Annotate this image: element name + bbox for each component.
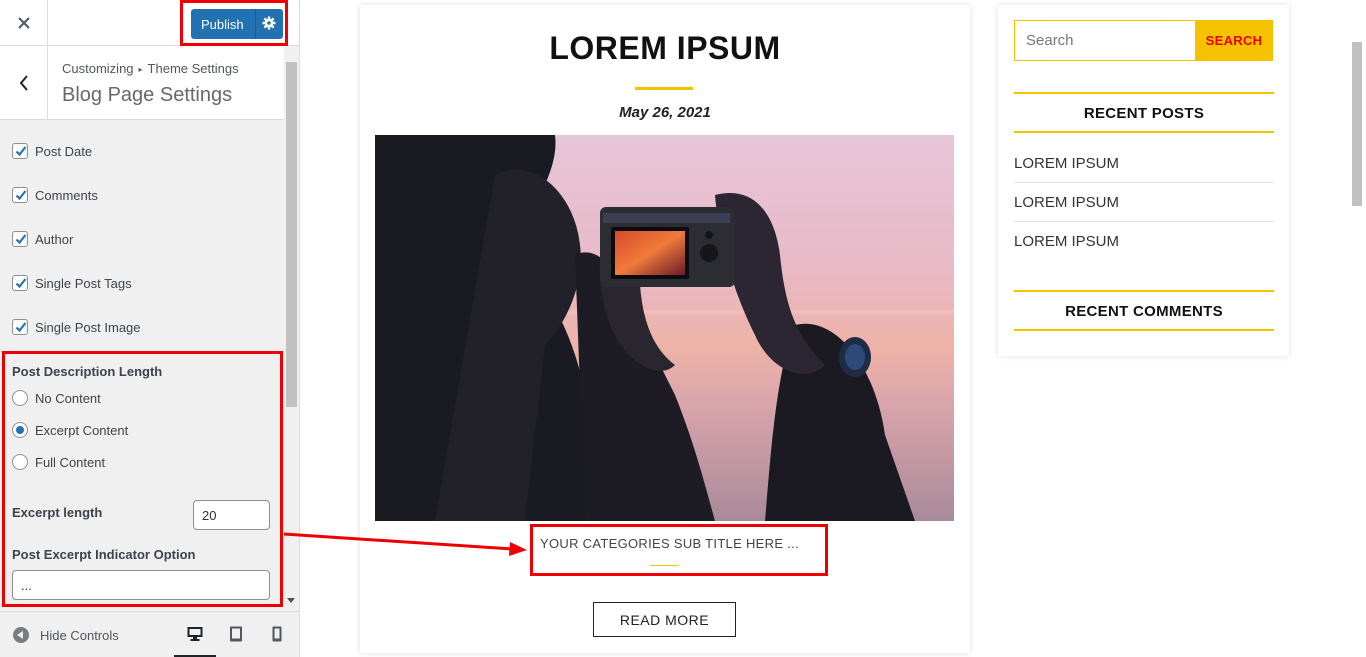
- search-button[interactable]: SEARCH: [1195, 20, 1273, 61]
- checkmark-icon: [15, 146, 27, 157]
- breadcrumb-parent: Theme Settings: [147, 61, 239, 76]
- post-title[interactable]: LOREM IPSUM: [360, 30, 970, 67]
- recent-post-link[interactable]: LOREM IPSUM: [1014, 155, 1274, 172]
- back-button[interactable]: [0, 46, 48, 119]
- checkmark-icon: [15, 234, 27, 245]
- customizer-sidebar: Publish Customizing ▸ Theme Settings Blog …: [0, 0, 300, 657]
- radio-label: Excerpt Content: [35, 422, 129, 438]
- radio-label: Full Content: [35, 454, 106, 470]
- checkbox-single-post-tags[interactable]: Single Post Tags: [12, 275, 132, 291]
- read-more-button[interactable]: READ MORE: [593, 602, 736, 637]
- tablet-icon[interactable]: [229, 626, 243, 642]
- publish-label: Publish: [201, 16, 244, 32]
- radio-no-content[interactable]: No Content: [12, 390, 101, 406]
- breadcrumb-root: Customizing: [62, 61, 134, 76]
- chevron-left-icon: [19, 74, 28, 91]
- checkbox[interactable]: [12, 319, 28, 335]
- photographer-image: [375, 135, 954, 521]
- radio-full-content[interactable]: Full Content: [12, 454, 105, 470]
- excerpt-length-label: Excerpt length: [12, 505, 103, 520]
- excerpt-indicator-label: Post Excerpt Indicator Option: [12, 547, 196, 562]
- hide-controls-label: Hide Controls: [40, 627, 119, 643]
- checkbox-label: Comments: [35, 187, 98, 203]
- section-title: Blog Page Settings: [62, 84, 233, 106]
- checkbox-post-date[interactable]: Post Date: [12, 143, 92, 159]
- checkbox[interactable]: [12, 231, 28, 247]
- checkbox-label: Post Date: [35, 143, 93, 159]
- recent-posts-title: RECENT POSTS: [1083, 105, 1205, 122]
- recent-post-link[interactable]: LOREM IPSUM: [1014, 233, 1274, 250]
- category-subtitle: YOUR CATEGORIES SUB TITLE HERE ...: [540, 536, 799, 551]
- sidebar-scroll-thumb[interactable]: [286, 62, 297, 407]
- title-underline: [635, 87, 693, 90]
- widget-rule: [1014, 131, 1274, 133]
- widget-rule: [1014, 92, 1274, 94]
- hide-controls-button[interactable]: Hide Controls: [13, 627, 119, 643]
- checkbox-label: Single Post Tags: [35, 275, 132, 291]
- recent-comments-title: RECENT COMMENTS: [1065, 303, 1223, 320]
- preview-scrollbar-thumb[interactable]: [1352, 42, 1362, 206]
- radio-button[interactable]: [12, 454, 28, 470]
- gear-icon[interactable]: [262, 16, 276, 30]
- checkbox-author[interactable]: Author: [12, 231, 73, 247]
- close-button[interactable]: [0, 0, 48, 45]
- section-header: Customizing ▸ Theme Settings Blog Page Set…: [0, 46, 284, 120]
- recent-post-link[interactable]: LOREM IPSUM: [1014, 194, 1274, 211]
- publish-divider: [255, 9, 256, 39]
- excerpt-length-input[interactable]: [193, 500, 270, 530]
- scroll-down-arrow-icon[interactable]: [287, 598, 295, 603]
- radio-button-selected[interactable]: [12, 422, 28, 438]
- radio-button[interactable]: [12, 390, 28, 406]
- checkmark-icon: [15, 322, 27, 333]
- customizer-app: Publish Customizing ▸ Theme Settings Blog …: [0, 0, 1366, 657]
- collapse-icon: [13, 627, 29, 643]
- excerpt-indicator-input[interactable]: [12, 570, 270, 600]
- checkbox-comments[interactable]: Comments: [12, 187, 98, 203]
- checkbox[interactable]: [12, 143, 28, 159]
- checkmark-icon: [15, 278, 27, 289]
- post-featured-image[interactable]: [375, 135, 954, 521]
- mobile-icon[interactable]: [272, 626, 282, 642]
- breadcrumb-separator-icon: ▸: [138, 65, 143, 74]
- desktop-icon[interactable]: [187, 626, 203, 642]
- close-icon: [17, 16, 30, 29]
- checkmark-icon: [15, 190, 27, 201]
- checkbox-label: Single Post Image: [35, 319, 141, 335]
- checkbox-label: Author: [35, 231, 74, 247]
- radio-excerpt-content[interactable]: Excerpt Content: [12, 422, 128, 438]
- list-divider: [1014, 221, 1274, 222]
- radio-label: No Content: [35, 390, 101, 406]
- list-divider: [1014, 182, 1274, 183]
- publish-button[interactable]: Publish: [191, 9, 283, 39]
- search-input[interactable]: [1014, 20, 1196, 61]
- post-date: May 26, 2021: [619, 104, 711, 121]
- customizer-footer: Hide Controls: [0, 611, 299, 657]
- checkbox[interactable]: [12, 275, 28, 291]
- checkbox-single-post-image[interactable]: Single Post Image: [12, 319, 141, 335]
- subtitle-underline: [650, 565, 679, 566]
- widget-rule: [1014, 290, 1274, 292]
- description-length-label: Post Description Length: [12, 364, 163, 379]
- widget-rule: [1014, 329, 1274, 331]
- checkbox[interactable]: [12, 187, 28, 203]
- breadcrumb: Customizing ▸ Theme Settings: [62, 61, 239, 76]
